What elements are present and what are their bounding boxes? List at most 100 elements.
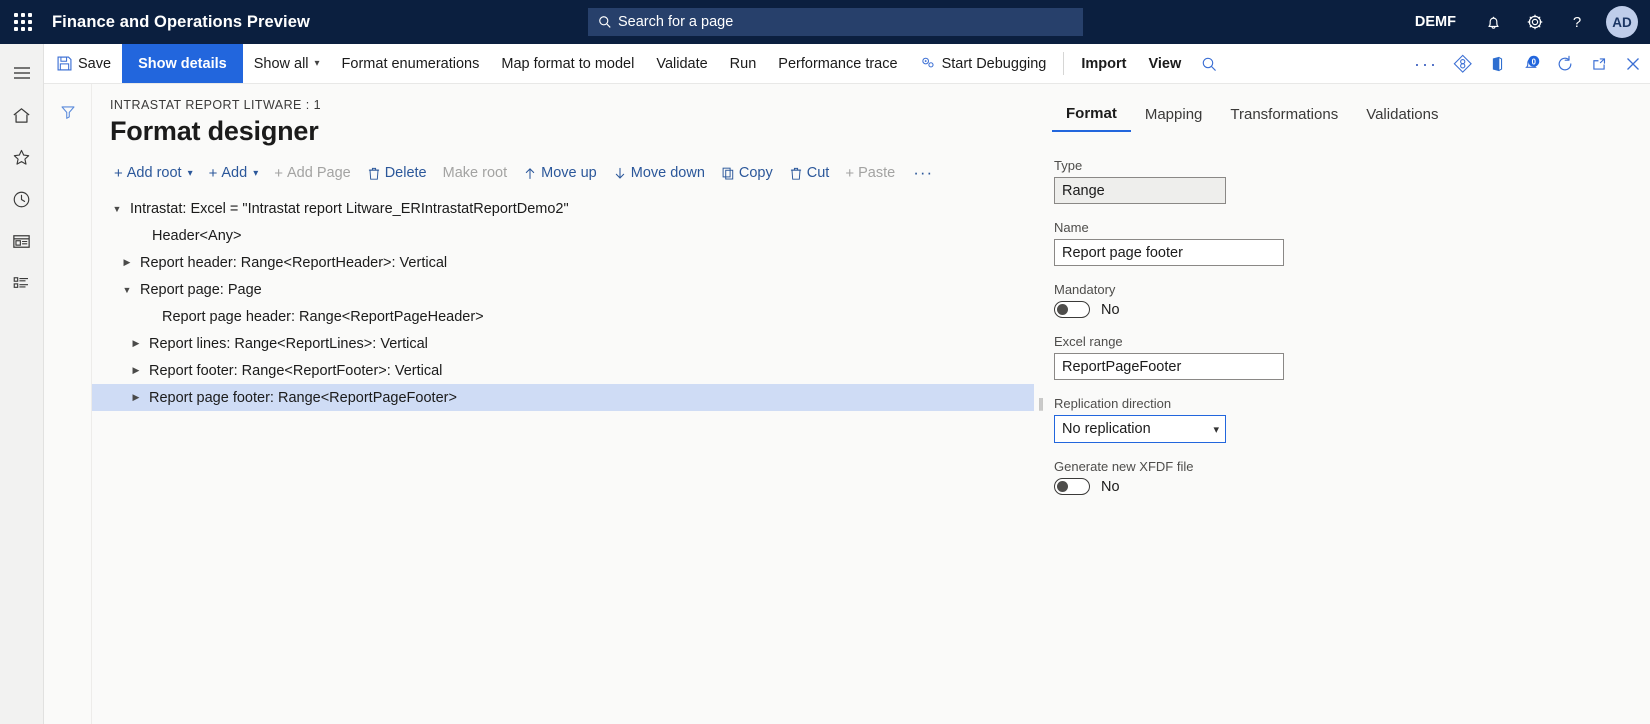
open-in-new-window-icon <box>1593 58 1606 70</box>
list-icon <box>13 276 28 288</box>
close-button[interactable] <box>1616 44 1650 84</box>
xfdf-label: Generate new XFDF file <box>1054 459 1194 474</box>
validate-button[interactable]: Validate <box>645 44 718 83</box>
table-row[interactable]: ▼ Report page: Page <box>92 276 1034 303</box>
map-format-to-model-button[interactable]: Map format to model <box>490 44 645 83</box>
show-details-button[interactable]: Show details <box>122 44 243 83</box>
expand-collapse-icon[interactable]: ▶ <box>125 392 147 403</box>
format-enumerations-button[interactable]: Format enumerations <box>331 44 491 83</box>
run-button[interactable]: Run <box>719 44 768 83</box>
sidebar-item-workspaces[interactable] <box>0 220 44 262</box>
table-row[interactable]: Header<Any> <box>92 222 1034 249</box>
left-navigation-rail <box>0 44 44 724</box>
svg-text:?: ? <box>1573 14 1581 31</box>
expand-collapse-icon[interactable]: ▶ <box>125 338 147 349</box>
mandatory-toggle-row: No <box>1054 301 1650 318</box>
mandatory-toggle[interactable] <box>1054 301 1090 318</box>
save-label: Save <box>78 55 112 72</box>
import-button[interactable]: Import <box>1070 44 1137 83</box>
refresh-button[interactable] <box>1548 44 1582 84</box>
notifications-button[interactable] <box>1472 0 1514 44</box>
table-row[interactable]: ▶ Report lines: Range<ReportLines>: Vert… <box>92 330 1034 357</box>
make-root-label: Make root <box>442 165 508 181</box>
office-app-icon <box>1492 56 1503 72</box>
show-all-button[interactable]: Show all ▾ <box>243 44 331 83</box>
format-fields: Type Range Name Report page footer Manda… <box>1046 132 1650 495</box>
name-value: Report page footer <box>1062 244 1183 261</box>
notifications-count-button[interactable]: 0 <box>1514 44 1548 84</box>
debug-gear-icon <box>921 57 934 68</box>
start-debugging-button[interactable]: Start Debugging <box>909 44 1058 83</box>
sidebar-item-favorites[interactable] <box>0 136 44 178</box>
add-page-button[interactable]: + Add Page <box>266 161 358 185</box>
format-tree: ▼ Intrastat: Excel = "Intrastat report L… <box>92 195 1034 411</box>
attachments-button[interactable] <box>1446 44 1480 84</box>
tab-format[interactable]: Format <box>1052 98 1131 132</box>
sidebar-item-home[interactable] <box>0 94 44 136</box>
sidebar-item-recent[interactable] <box>0 178 44 220</box>
company-selector[interactable]: DEMF <box>1415 14 1456 30</box>
panel-splitter[interactable]: ∥ <box>1034 84 1046 724</box>
mandatory-field-group: Mandatory No <box>1054 282 1650 318</box>
main-column: Save Show details Show all ▾ Format enum… <box>44 44 1650 724</box>
delete-button[interactable]: Delete <box>359 161 435 185</box>
app-launcher-button[interactable] <box>0 0 46 44</box>
xfdf-value: No <box>1101 478 1120 495</box>
add-root-button[interactable]: + Add root ▾ <box>106 161 201 185</box>
table-row[interactable]: ▶ Report page footer: Range<ReportPageFo… <box>92 384 1034 411</box>
expand-collapse-icon[interactable]: ▶ <box>116 257 138 268</box>
home-icon <box>13 107 30 123</box>
plus-icon: + <box>274 164 283 182</box>
table-row[interactable]: ▶ Report footer: Range<ReportFooter>: Ve… <box>92 357 1034 384</box>
view-button[interactable]: View <box>1137 44 1192 83</box>
tab-validations[interactable]: Validations <box>1352 99 1452 131</box>
global-search-input[interactable]: Search for a page <box>588 8 1083 36</box>
office-button[interactable] <box>1480 44 1514 84</box>
move-up-label: Move up <box>541 165 597 181</box>
excel-range-label: Excel range <box>1054 334 1123 349</box>
top-navigation-bar: Finance and Operations Preview Search fo… <box>0 0 1650 44</box>
name-field[interactable]: Report page footer <box>1054 239 1284 266</box>
table-row[interactable]: Report page header: Range<ReportPageHead… <box>92 303 1034 330</box>
performance-trace-button[interactable]: Performance trace <box>767 44 908 83</box>
expand-collapse-icon[interactable]: ▼ <box>106 204 128 214</box>
expand-collapse-icon[interactable]: ▶ <box>125 365 147 376</box>
move-up-button[interactable]: Move up <box>515 161 605 185</box>
save-button[interactable]: Save <box>44 44 122 83</box>
add-button[interactable]: + Add ▾ <box>201 161 267 185</box>
settings-button[interactable] <box>1514 0 1556 44</box>
action-overflow-button[interactable]: ··· <box>903 163 943 183</box>
chevron-down-icon: ▾ <box>253 167 259 179</box>
gear-icon <box>1527 14 1543 30</box>
plus-icon: + <box>208 164 218 182</box>
avatar[interactable]: AD <box>1606 6 1638 38</box>
xfdf-toggle[interactable] <box>1054 478 1090 495</box>
chevron-down-icon: ▾ <box>187 167 193 179</box>
run-label: Run <box>729 55 757 72</box>
copy-button[interactable]: Copy <box>713 161 781 185</box>
table-row[interactable]: ▼ Intrastat: Excel = "Intrastat report L… <box>92 195 1034 222</box>
paste-button[interactable]: + Paste <box>837 161 903 185</box>
filter-icon <box>61 106 74 119</box>
filter-button[interactable] <box>55 100 81 124</box>
sidebar-item-modules[interactable] <box>0 262 44 304</box>
make-root-button[interactable]: Make root <box>435 161 515 185</box>
replication-direction-select[interactable]: No replication ▾ <box>1054 415 1226 443</box>
cut-label: Cut <box>806 165 830 181</box>
splitter-handle-icon: ∥ <box>1037 396 1044 411</box>
help-button[interactable]: ? <box>1556 0 1598 44</box>
tab-transformations[interactable]: Transformations <box>1216 99 1352 131</box>
table-row[interactable]: ▶ Report header: Range<ReportHeader>: Ve… <box>92 249 1034 276</box>
excel-range-field[interactable]: ReportPageFooter <box>1054 353 1284 380</box>
navigation-menu-button[interactable] <box>0 52 44 94</box>
open-in-new-window-button[interactable] <box>1582 44 1616 84</box>
cut-button[interactable]: Cut <box>781 161 838 185</box>
type-field: Range <box>1054 177 1226 204</box>
tree-node-label: Report page footer: Range<ReportPageFoot… <box>149 389 457 406</box>
toggle-knob <box>1057 304 1068 315</box>
tab-mapping[interactable]: Mapping <box>1131 99 1217 131</box>
expand-collapse-icon[interactable]: ▼ <box>116 285 138 295</box>
overflow-button[interactable]: ··· <box>1406 44 1446 84</box>
move-down-button[interactable]: Move down <box>605 161 713 185</box>
command-search-button[interactable] <box>1192 44 1226 84</box>
